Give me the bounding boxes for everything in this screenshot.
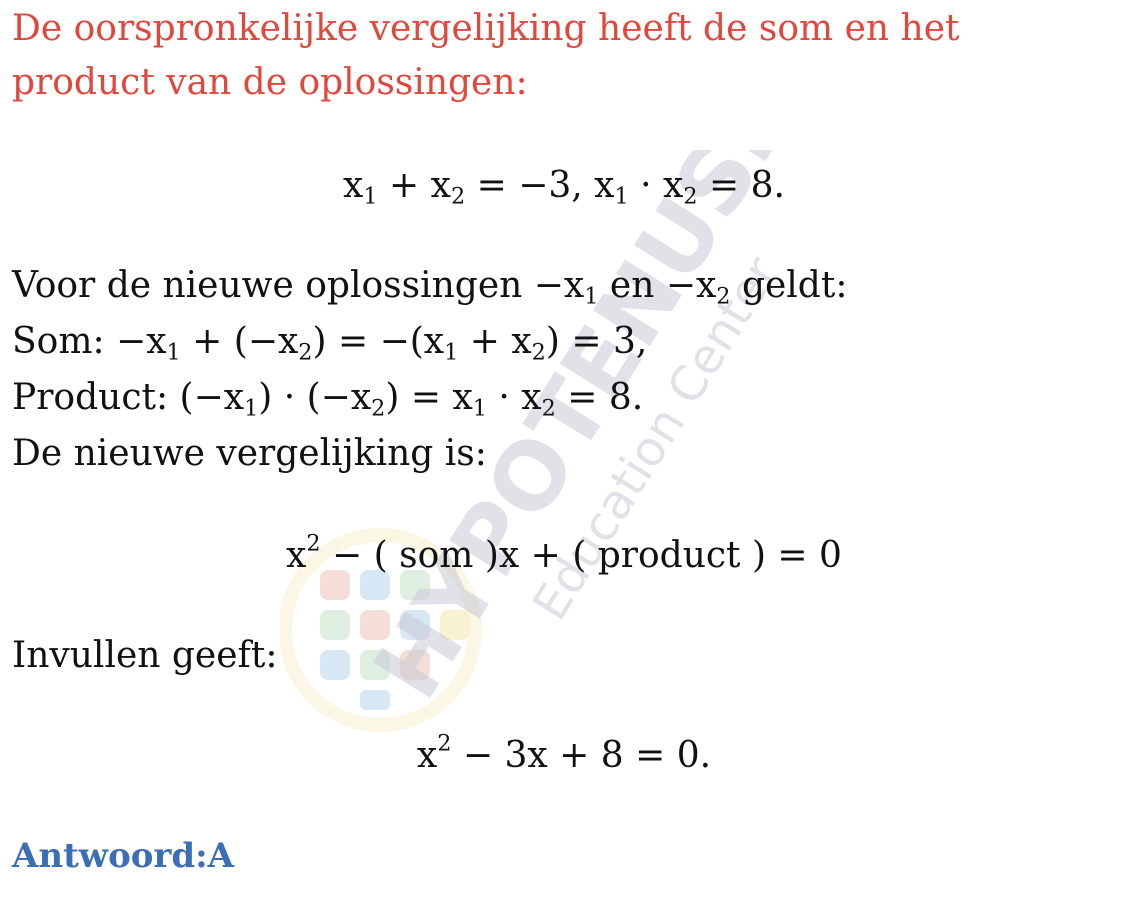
equation-rhs: = −3,	[465, 165, 595, 206]
new-solutions-line: Voor de nieuwe oplossingen −x1 en −x2 ge…	[12, 265, 848, 310]
new-equation-label: De nieuwe vergelijking is:	[12, 433, 487, 474]
solution-page: HYPOTENUSE Education Center De oorspronk…	[0, 0, 1128, 908]
var-x: x	[343, 165, 364, 206]
final-equation: x2 − 3x + 8 = 0.	[416, 730, 712, 776]
subscript: 2	[683, 183, 698, 210]
var-x: x	[430, 165, 451, 206]
product-line: Product: (−x1) · (−x2) = x1 · x2 = 8.	[12, 377, 644, 422]
general-equation: x2 − ( som )x + ( product ) = 0	[286, 530, 842, 576]
answer-label: Antwoord:A	[12, 836, 235, 876]
sum-product-equation: x1 + x2 = −3, x1 · x2 = 8.	[0, 165, 1128, 208]
operator: +	[377, 165, 431, 206]
intro-heading: De oorspronkelijke vergelijking heeft de…	[12, 8, 960, 103]
var-x: x	[594, 165, 615, 206]
sum-line: Som: −x1 + (−x2) = −(x1 + x2) = 3,	[12, 321, 648, 366]
substitute-label: Invullen geeft:	[12, 635, 278, 676]
subscript: 1	[363, 183, 378, 210]
var-x: x	[663, 165, 684, 206]
operator: ·	[628, 165, 664, 206]
equation-rhs: = 8.	[697, 165, 785, 206]
subscript: 2	[450, 183, 466, 210]
subscript: 1	[614, 183, 629, 210]
